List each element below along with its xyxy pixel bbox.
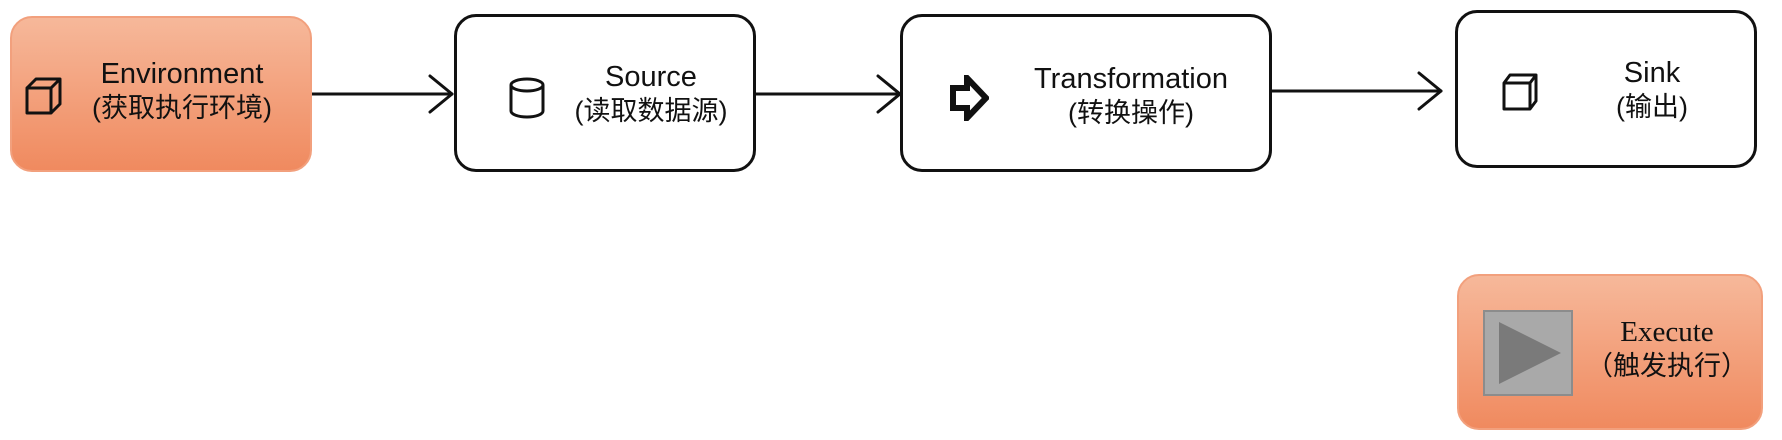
sink-subtitle: (输出) [1616, 92, 1688, 123]
environment-node[interactable]: Environment (获取执行环境) [10, 16, 312, 172]
sink-label: Sink (输出) [1554, 55, 1750, 125]
database-icon [507, 77, 547, 126]
arrow-right-icon [949, 70, 991, 126]
sink-node[interactable]: Sink (输出) [1455, 10, 1757, 168]
play-icon [1499, 322, 1561, 384]
transformation-node[interactable]: Transformation (转换操作) [900, 14, 1272, 172]
execute-subtitle: （触发执行） [1586, 351, 1748, 382]
source-subtitle: (读取数据源) [574, 96, 728, 127]
source-node[interactable]: Source (读取数据源) [454, 14, 756, 172]
transformation-label: Transformation (转换操作) [999, 61, 1263, 131]
source-label: Source (读取数据源) [553, 59, 749, 129]
environment-subtitle: (获取执行环境) [92, 93, 272, 124]
sink-title: Sink [1623, 57, 1681, 89]
environment-title: Environment [100, 58, 264, 90]
execute-title: Execute [1620, 316, 1714, 348]
cube-icon [1500, 71, 1540, 118]
execute-label: Execute （触发执行） [1577, 314, 1757, 384]
transformation-subtitle: (转换操作) [1068, 98, 1194, 129]
environment-label: Environment (获取执行环境) [66, 56, 298, 126]
transformation-title: Transformation [1034, 63, 1228, 95]
execute-node[interactable]: Execute （触发执行） [1457, 274, 1763, 430]
cube-icon [24, 76, 62, 121]
source-title: Source [605, 61, 697, 93]
play-button[interactable] [1483, 310, 1573, 396]
